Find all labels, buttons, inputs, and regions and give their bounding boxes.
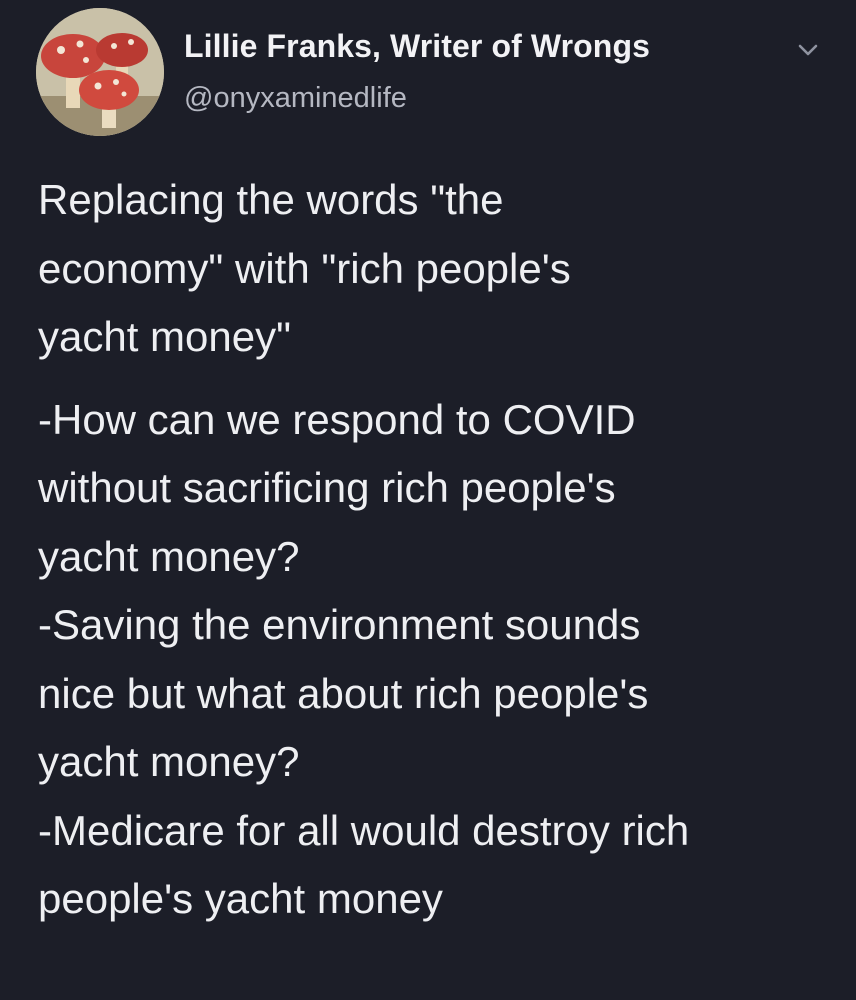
author-display-name[interactable]: Lillie Franks, Writer of Wrongs: [184, 28, 650, 65]
tweet-text-line: people's yacht money: [38, 875, 443, 922]
tweet-text-line: nice but what about rich people's: [38, 669, 649, 717]
tweet-text-line: yacht money?: [38, 738, 300, 785]
mushroom-avatar-icon: [36, 8, 164, 136]
tweet-text: Replacing the words "the economy" with "…: [38, 166, 838, 934]
chevron-down-icon[interactable]: [788, 30, 828, 70]
tweet-text-line: -How can we respond to COVID: [38, 395, 636, 443]
avatar[interactable]: [36, 8, 164, 136]
tweet-text-line: without sacrificing rich people's: [38, 464, 616, 511]
tweet-text-line: yacht money": [38, 313, 292, 360]
tweet-text-line: -Saving the environment sounds: [38, 601, 641, 648]
tweet-card: Lillie Franks, Writer of Wrongs @onyxami…: [0, 0, 856, 1000]
tweet-text-line: -Medicare for all would destroy rich: [38, 806, 690, 854]
author-handle[interactable]: @onyxaminedlife: [184, 82, 407, 115]
tweet-header: Lillie Franks, Writer of Wrongs @onyxami…: [36, 8, 836, 138]
tweet-text-line: economy" with "rich people's: [38, 244, 571, 292]
tweet-text-line: yacht money?: [38, 532, 300, 580]
tweet-text-line: Replacing the words "the: [38, 176, 504, 223]
